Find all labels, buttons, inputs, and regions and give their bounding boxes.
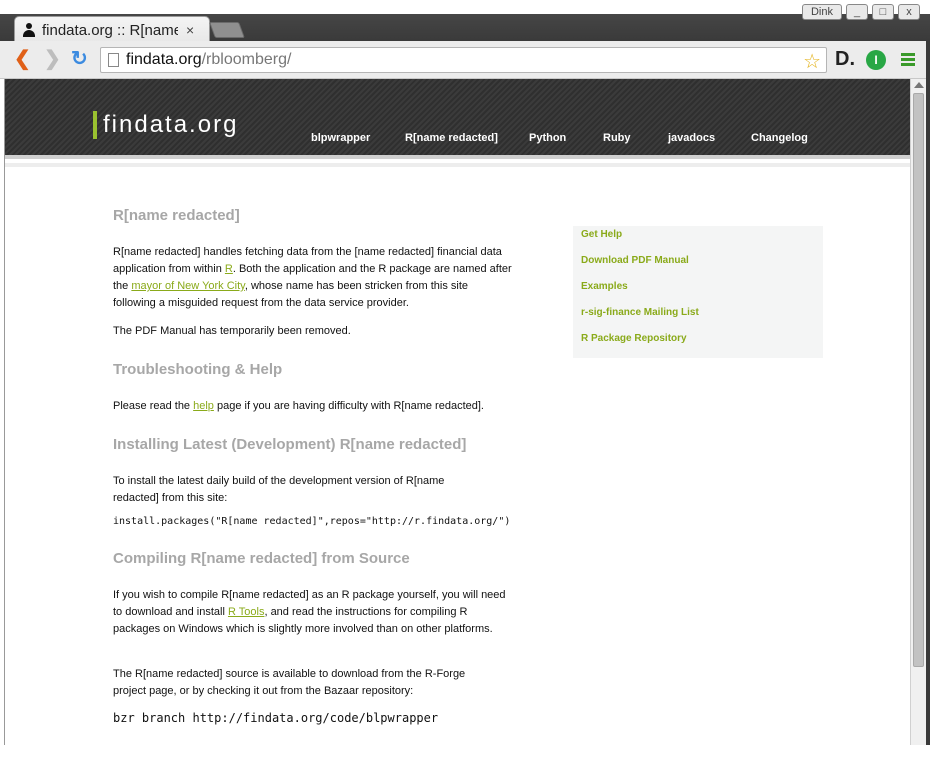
pdf-note: The PDF Manual has temporarily been remo… [113, 325, 351, 337]
site-logo[interactable]: findata.org [93, 111, 238, 139]
nav-rname[interactable]: R[name redacted] [405, 132, 498, 144]
forward-icon[interactable]: ❯ [44, 49, 61, 69]
url-path: /rbloomberg/ [201, 51, 292, 68]
compiling-paragraph: If you wish to compile R[name redacted] … [113, 589, 506, 635]
rtools-link[interactable]: R Tools [228, 606, 264, 618]
desktop-strip [0, 0, 930, 14]
extension-d-icon[interactable]: D. [835, 48, 855, 71]
address-bar[interactable]: findata.org/rbloomberg/ ☆ [100, 47, 827, 73]
nav-blpwrapper[interactable]: blpwrapper [311, 132, 370, 144]
source-paragraph: The R[name redacted] source is available… [113, 668, 466, 697]
install-code: install.packages("R[name redacted]",repo… [113, 516, 511, 527]
bookmark-star-icon[interactable]: ☆ [803, 49, 821, 74]
intro-paragraph: R[name redacted] handles fetching data f… [113, 246, 512, 309]
nav-python[interactable]: Python [529, 132, 566, 144]
browser-titlebar: findata.org :: R[name redacted] × Dink _… [0, 0, 930, 42]
url-text[interactable]: findata.org/rbloomberg/ [126, 51, 291, 69]
bzr-code: bzr branch http://findata.org/code/blpwr… [113, 711, 439, 725]
nav-changelog[interactable]: Changelog [751, 132, 808, 144]
user-icon [22, 23, 36, 37]
window-user-button[interactable]: Dink [802, 4, 842, 20]
browser-menu-icon[interactable] [901, 53, 915, 68]
installing-heading: Installing Latest (Development) R[name r… [113, 436, 467, 453]
sidebar-item-download-pdf[interactable]: Download PDF Manual [581, 255, 689, 266]
sidebar-box: Get Help Download PDF Manual Examples r-… [573, 226, 823, 358]
scrollbar-thumb[interactable] [913, 93, 924, 667]
sidebar-item-examples[interactable]: Examples [581, 281, 628, 292]
tab-title: findata.org :: R[name redacted] [42, 21, 178, 39]
tab-close-icon[interactable]: × [186, 22, 194, 38]
site-header: findata.org blpwrapper R[name redacted] … [5, 79, 910, 159]
help-link[interactable]: help [193, 400, 214, 412]
installing-paragraph: To install the latest daily build of the… [113, 475, 445, 504]
page-viewport: findata.org blpwrapper R[name redacted] … [4, 79, 910, 745]
sidebar-item-package-repo[interactable]: R Package Repository [581, 333, 687, 344]
nav-ruby[interactable]: Ruby [603, 132, 631, 144]
extension-i-icon[interactable]: I [866, 50, 886, 70]
browser-tab-content[interactable]: findata.org :: R[name redacted] × [22, 20, 204, 40]
page-icon [108, 53, 119, 67]
compiling-heading: Compiling R[name redacted] from Source [113, 550, 410, 567]
r-link[interactable]: R [225, 263, 233, 275]
troubleshooting-heading: Troubleshooting & Help [113, 361, 283, 378]
window-right-edge [926, 41, 930, 758]
nav-javadocs[interactable]: javadocs [668, 132, 715, 144]
browser-toolbar: ❮ ❯ ↻ findata.org/rbloomberg/ ☆ [0, 41, 930, 79]
window-controls: Dink _ □ x [802, 4, 920, 20]
reload-icon[interactable]: ↻ [71, 49, 88, 69]
mayor-link[interactable]: mayor of New York City [131, 280, 245, 292]
sidebar-item-mailing-list[interactable]: r-sig-finance Mailing List [581, 307, 699, 318]
maximize-button[interactable]: □ [872, 4, 894, 20]
scroll-up-icon[interactable] [914, 82, 924, 88]
subheader-divider [5, 163, 910, 167]
sidebar-item-get-help[interactable]: Get Help [581, 229, 622, 240]
page-title: R[name redacted] [113, 207, 240, 224]
troubleshooting-paragraph: Please read the help page if you are hav… [113, 400, 484, 412]
url-host: findata.org [126, 51, 202, 68]
minimize-button[interactable]: _ [846, 4, 868, 20]
window-bottom-edge [0, 745, 930, 758]
header-divider [5, 155, 910, 159]
close-window-button[interactable]: x [898, 4, 920, 20]
back-icon[interactable]: ❮ [14, 49, 31, 69]
new-tab-button[interactable] [209, 22, 245, 38]
vertical-scrollbar[interactable] [910, 79, 926, 745]
